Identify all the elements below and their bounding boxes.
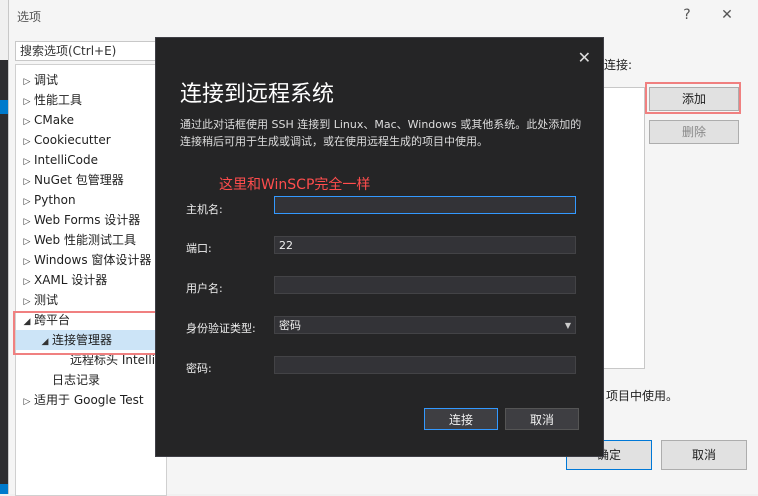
tree-item-label: Web Forms 设计器 [34,213,141,227]
tree-item-label: NuGet 包管理器 [34,173,124,187]
close-icon[interactable]: ✕ [578,48,591,67]
auth-type-value: 密码 [279,319,301,332]
remove-button[interactable]: 删除 [649,120,739,144]
highlight-box-add [645,82,741,114]
expand-arrow-icon[interactable]: ▷ [20,112,34,132]
tree-item[interactable]: ▷ 适用于 Google Test [20,390,144,410]
expand-arrow-icon[interactable]: ▷ [20,252,34,272]
tree-item[interactable]: ▷ 性能工具 [20,90,82,110]
host-input[interactable] [274,196,576,214]
tree-item-label: Python [34,193,76,207]
expand-arrow-icon[interactable]: ▷ [20,392,34,412]
chevron-down-icon: ▼ [564,321,571,330]
expand-arrow-icon[interactable]: ▷ [20,292,34,312]
port-label: 端口: [186,242,212,255]
port-input[interactable]: 22 [274,236,576,254]
tree-item-label: XAML 设计器 [34,273,108,287]
help-icon[interactable]: ? [674,4,700,26]
tree-item[interactable]: ▷ CMake [20,110,74,130]
search-input[interactable]: 搜索选项(Ctrl+E) [15,41,161,61]
expand-arrow-icon[interactable]: ▷ [20,132,34,152]
tree-item-label: 测试 [34,293,59,307]
expand-arrow-icon[interactable]: ▷ [20,92,34,112]
username-label: 用户名: [186,282,223,295]
expand-arrow-icon[interactable]: ▷ [20,212,34,232]
expand-arrow-icon[interactable]: ▷ [20,272,34,292]
options-title: 选项 [17,10,42,24]
connect-remote-dialog: ✕ 连接到远程系统 通过此对话框使用 SSH 连接到 Linux、Mac、Win… [155,37,604,457]
options-tree: ▷ 调试 ▷ 性能工具 ▷ CMake ▷ Cookiecutter ▷ IntelliCode ▷… [15,64,167,496]
expand-arrow-icon[interactable]: ▷ [20,232,34,252]
connections-label: 连接: [604,58,633,72]
tree-item-label: 性能工具 [34,93,83,107]
password-label: 密码: [186,362,212,375]
tree-item-label: Windows 窗体设计器 [34,253,152,267]
expand-arrow-icon[interactable]: ▷ [20,172,34,192]
tree-item[interactable]: ▷ IntelliCode [20,150,98,170]
tree-item[interactable]: ▷ Web 性能测试工具 [20,230,136,250]
username-input[interactable] [274,276,576,294]
dialog-title: 连接到远程系统 [180,82,335,107]
tree-item[interactable]: ▷ 调试 [20,70,58,90]
dialog-description: 通过此对话框使用 SSH 连接到 Linux、Mac、Windows 或其他系统… [180,118,582,148]
close-icon[interactable]: ✕ [714,4,740,26]
tree-item-label: 适用于 Google Test [34,393,144,407]
tree-item-label: Web 性能测试工具 [34,233,136,247]
expand-arrow-icon[interactable]: ▷ [20,152,34,172]
modal-cancel-button[interactable]: 取消 [505,408,579,430]
connections-list[interactable] [599,87,645,369]
auth-type-label: 身份验证类型: [186,322,256,335]
expand-arrow-icon[interactable]: ▷ [20,72,34,92]
tree-item-label: 远程标头 IntelliSense [70,353,166,367]
tree-item[interactable]: ▷ XAML 设计器 [20,270,108,292]
annotation-text: 这里和WinSCP完全一样 [219,177,371,193]
connect-button[interactable]: 连接 [424,408,498,430]
tree-item-label: Cookiecutter [34,133,111,147]
tree-item[interactable]: 日志记录 [38,370,100,390]
auth-type-select[interactable]: 密码 ▼ [274,316,576,334]
highlight-box-tree [13,311,157,355]
tree-item-label: IntelliCode [34,153,98,167]
tree-item-label: CMake [34,113,74,127]
tree-item[interactable]: ▷ 测试 [20,290,58,310]
password-input[interactable] [274,356,576,374]
tree-item[interactable]: ▷ Cookiecutter [20,130,111,150]
cancel-button[interactable]: 取消 [661,440,747,470]
tree-item[interactable]: ▷ Python [20,190,76,210]
options-note: 项目中使用。 [606,389,679,403]
tree-item[interactable]: ▷ Web Forms 设计器 [20,210,141,232]
expand-arrow-icon[interactable]: ▷ [20,192,34,212]
tree-item[interactable]: ▷ NuGet 包管理器 [20,170,124,190]
host-label: 主机名: [186,203,223,216]
tree-item[interactable]: ▷ Windows 窗体设计器 [20,250,152,272]
tree-item-label: 调试 [34,73,59,87]
tree-item-label: 日志记录 [52,373,101,387]
